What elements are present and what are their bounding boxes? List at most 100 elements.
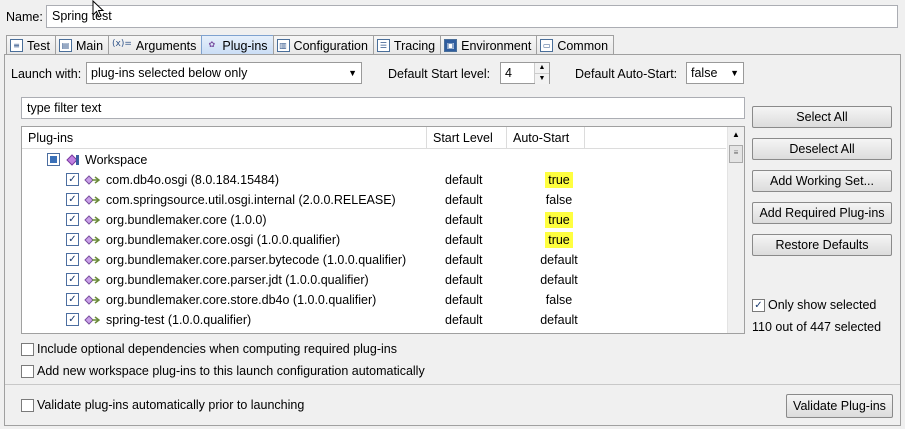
separator <box>5 384 900 385</box>
auto-start-value: false <box>691 66 718 80</box>
configuration-icon: ▥ <box>276 39 290 52</box>
auto-start-cell[interactable]: default <box>530 250 588 270</box>
start-level-cell[interactable]: default <box>445 190 483 210</box>
column-header-plugins[interactable]: Plug-ins <box>22 127 427 149</box>
tab-arguments[interactable]: (x)= Arguments <box>108 35 203 55</box>
table-row[interactable]: ✓ org.bundlemaker.core.parser.bytecode (1… <box>22 250 726 270</box>
plugin-icon <box>84 295 100 305</box>
plugin-name: spring-test (1.0.0.qualifier) <box>106 313 252 327</box>
checkbox-checked[interactable]: ✓ <box>752 298 765 312</box>
tab-label: Configuration <box>293 38 368 53</box>
chevron-down-icon: ▼ <box>730 68 739 78</box>
tab-configuration[interactable]: ▥ Configuration <box>272 35 374 55</box>
plugin-name: com.db4o.osgi (8.0.184.15484) <box>106 173 280 187</box>
workspace-label: Workspace <box>85 153 148 167</box>
plugin-name: org.bundlemaker.core.store.db4o (1.0.0.q… <box>106 293 377 307</box>
start-level-cell[interactable]: default <box>445 290 483 310</box>
row-checkbox[interactable]: ✓ <box>66 193 79 206</box>
auto-start-cell[interactable]: false <box>530 190 588 210</box>
start-level-spinner[interactable]: 4 ▲ ▼ <box>500 62 550 84</box>
column-header-start-level[interactable]: Start Level <box>427 127 507 149</box>
filter-input[interactable]: type filter text <box>21 97 745 119</box>
plugin-icon <box>84 315 100 325</box>
table-row[interactable]: ✓ com.db4o.osgi (8.0.184.15484) default tru… <box>22 170 726 190</box>
scroll-thumb[interactable]: ≡ <box>729 145 743 163</box>
name-input[interactable]: Spring test <box>46 5 898 28</box>
plugin-name: org.bundlemaker.core.osgi (1.0.0.qualifi… <box>106 233 341 247</box>
start-level-cell[interactable]: default <box>445 310 483 330</box>
auto-start-cell[interactable]: default <box>530 310 588 330</box>
table-row[interactable]: ✓ com.springsource.util.osgi.internal (2.… <box>22 190 726 210</box>
table-row[interactable]: ✓ org.bundlemaker.core.parser.jdt (1.0.0.… <box>22 270 726 290</box>
tab-label: Tracing <box>393 38 436 53</box>
vertical-scrollbar[interactable]: ▲ ≡ <box>727 127 744 333</box>
tab-plugins[interactable]: ✿ Plug-ins <box>201 35 274 55</box>
workspace-group-row[interactable]: Workspace <box>22 150 726 170</box>
launch-with-select[interactable]: plug-ins selected below only ▼ <box>86 62 362 84</box>
arguments-icon: (x)= <box>112 39 132 49</box>
only-show-selected-checkbox[interactable]: ✓ Only show selected <box>752 298 876 312</box>
validate-auto-checkbox[interactable]: Validate plug-ins automatically prior to… <box>21 398 304 412</box>
spinner-down-icon[interactable]: ▼ <box>535 73 549 84</box>
auto-start-value: default <box>540 273 578 287</box>
row-checkbox[interactable]: ✓ <box>66 293 79 306</box>
validate-plugins-button[interactable]: Validate Plug-ins <box>786 394 893 418</box>
add-required-plugins-button[interactable]: Add Required Plug-ins <box>752 202 892 224</box>
start-level-cell[interactable]: default <box>445 250 483 270</box>
plugins-table: Plug-ins Start Level Auto-Start Workspac… <box>21 126 745 334</box>
auto-start-cell[interactable]: true <box>530 230 588 250</box>
tab-environment[interactable]: ▣ Environment <box>440 35 538 55</box>
start-level-label: Default Start level: <box>388 67 491 81</box>
checkbox-unchecked[interactable] <box>21 364 34 378</box>
scroll-up-icon[interactable]: ▲ <box>729 127 743 143</box>
auto-start-cell[interactable]: true <box>530 210 588 230</box>
plugin-icon <box>84 215 100 225</box>
launch-with-label: Launch with: <box>11 67 82 81</box>
start-level-cell[interactable]: default <box>445 230 483 250</box>
checkbox-unchecked[interactable] <box>21 398 34 412</box>
table-row[interactable]: ✓ org.bundlemaker.core.osgi (1.0.0.qualif… <box>22 230 726 250</box>
start-level-cell[interactable]: default <box>445 210 483 230</box>
tab-tracing[interactable]: ☰ Tracing <box>372 35 442 55</box>
row-checkbox[interactable]: ✓ <box>66 173 79 186</box>
workspace-checkbox[interactable] <box>47 153 60 166</box>
auto-start-select[interactable]: false ▼ <box>686 62 744 84</box>
start-level-cell[interactable]: default <box>445 270 483 290</box>
column-header-auto-start[interactable]: Auto-Start <box>507 127 585 149</box>
tab-common[interactable]: ▭ Common <box>536 35 615 55</box>
auto-start-cell[interactable]: true <box>530 170 588 190</box>
auto-start-cell[interactable]: false <box>530 290 588 310</box>
auto-start-value: true <box>545 232 573 248</box>
auto-start-value: false <box>545 293 573 307</box>
table-row[interactable]: ✓ org.bundlemaker.core.store.db4o (1.0.0.… <box>22 290 726 310</box>
row-checkbox[interactable]: ✓ <box>66 273 79 286</box>
include-optional-checkbox[interactable]: Include optional dependencies when compu… <box>21 342 397 356</box>
plugin-icon <box>84 235 100 245</box>
auto-start-cell[interactable]: default <box>530 270 588 290</box>
plugin-name: org.bundlemaker.core.parser.jdt (1.0.0.q… <box>106 273 369 287</box>
auto-start-value: default <box>540 313 578 327</box>
checkbox-unchecked[interactable] <box>21 342 34 356</box>
tab-main[interactable]: ▤ Main <box>54 35 110 55</box>
row-checkbox[interactable]: ✓ <box>66 213 79 226</box>
tab-label: Environment <box>461 38 532 53</box>
start-level-cell[interactable]: default <box>445 170 483 190</box>
tab-label: Arguments <box>135 38 197 53</box>
select-all-button[interactable]: Select All <box>752 106 892 128</box>
restore-defaults-button[interactable]: Restore Defaults <box>752 234 892 256</box>
table-row[interactable]: ✓ org.bundlemaker.core (1.0.0) default true <box>22 210 726 230</box>
row-checkbox[interactable]: ✓ <box>66 233 79 246</box>
plugin-icon <box>84 175 100 185</box>
main-icon: ▤ <box>58 39 72 52</box>
plugin-icon <box>84 275 100 285</box>
add-working-set-button[interactable]: Add Working Set... <box>752 170 892 192</box>
tab-test[interactable]: ≡ Test <box>6 35 56 55</box>
workspace-icon <box>66 154 79 166</box>
auto-start-value: false <box>545 193 573 207</box>
spinner-up-icon[interactable]: ▲ <box>535 63 549 73</box>
row-checkbox[interactable]: ✓ <box>66 253 79 266</box>
add-new-workspace-checkbox[interactable]: Add new workspace plug-ins to this launc… <box>21 364 425 378</box>
table-row[interactable]: ✓ spring-test (1.0.0.qualifier) default def… <box>22 310 726 330</box>
deselect-all-button[interactable]: Deselect All <box>752 138 892 160</box>
row-checkbox[interactable]: ✓ <box>66 313 79 326</box>
